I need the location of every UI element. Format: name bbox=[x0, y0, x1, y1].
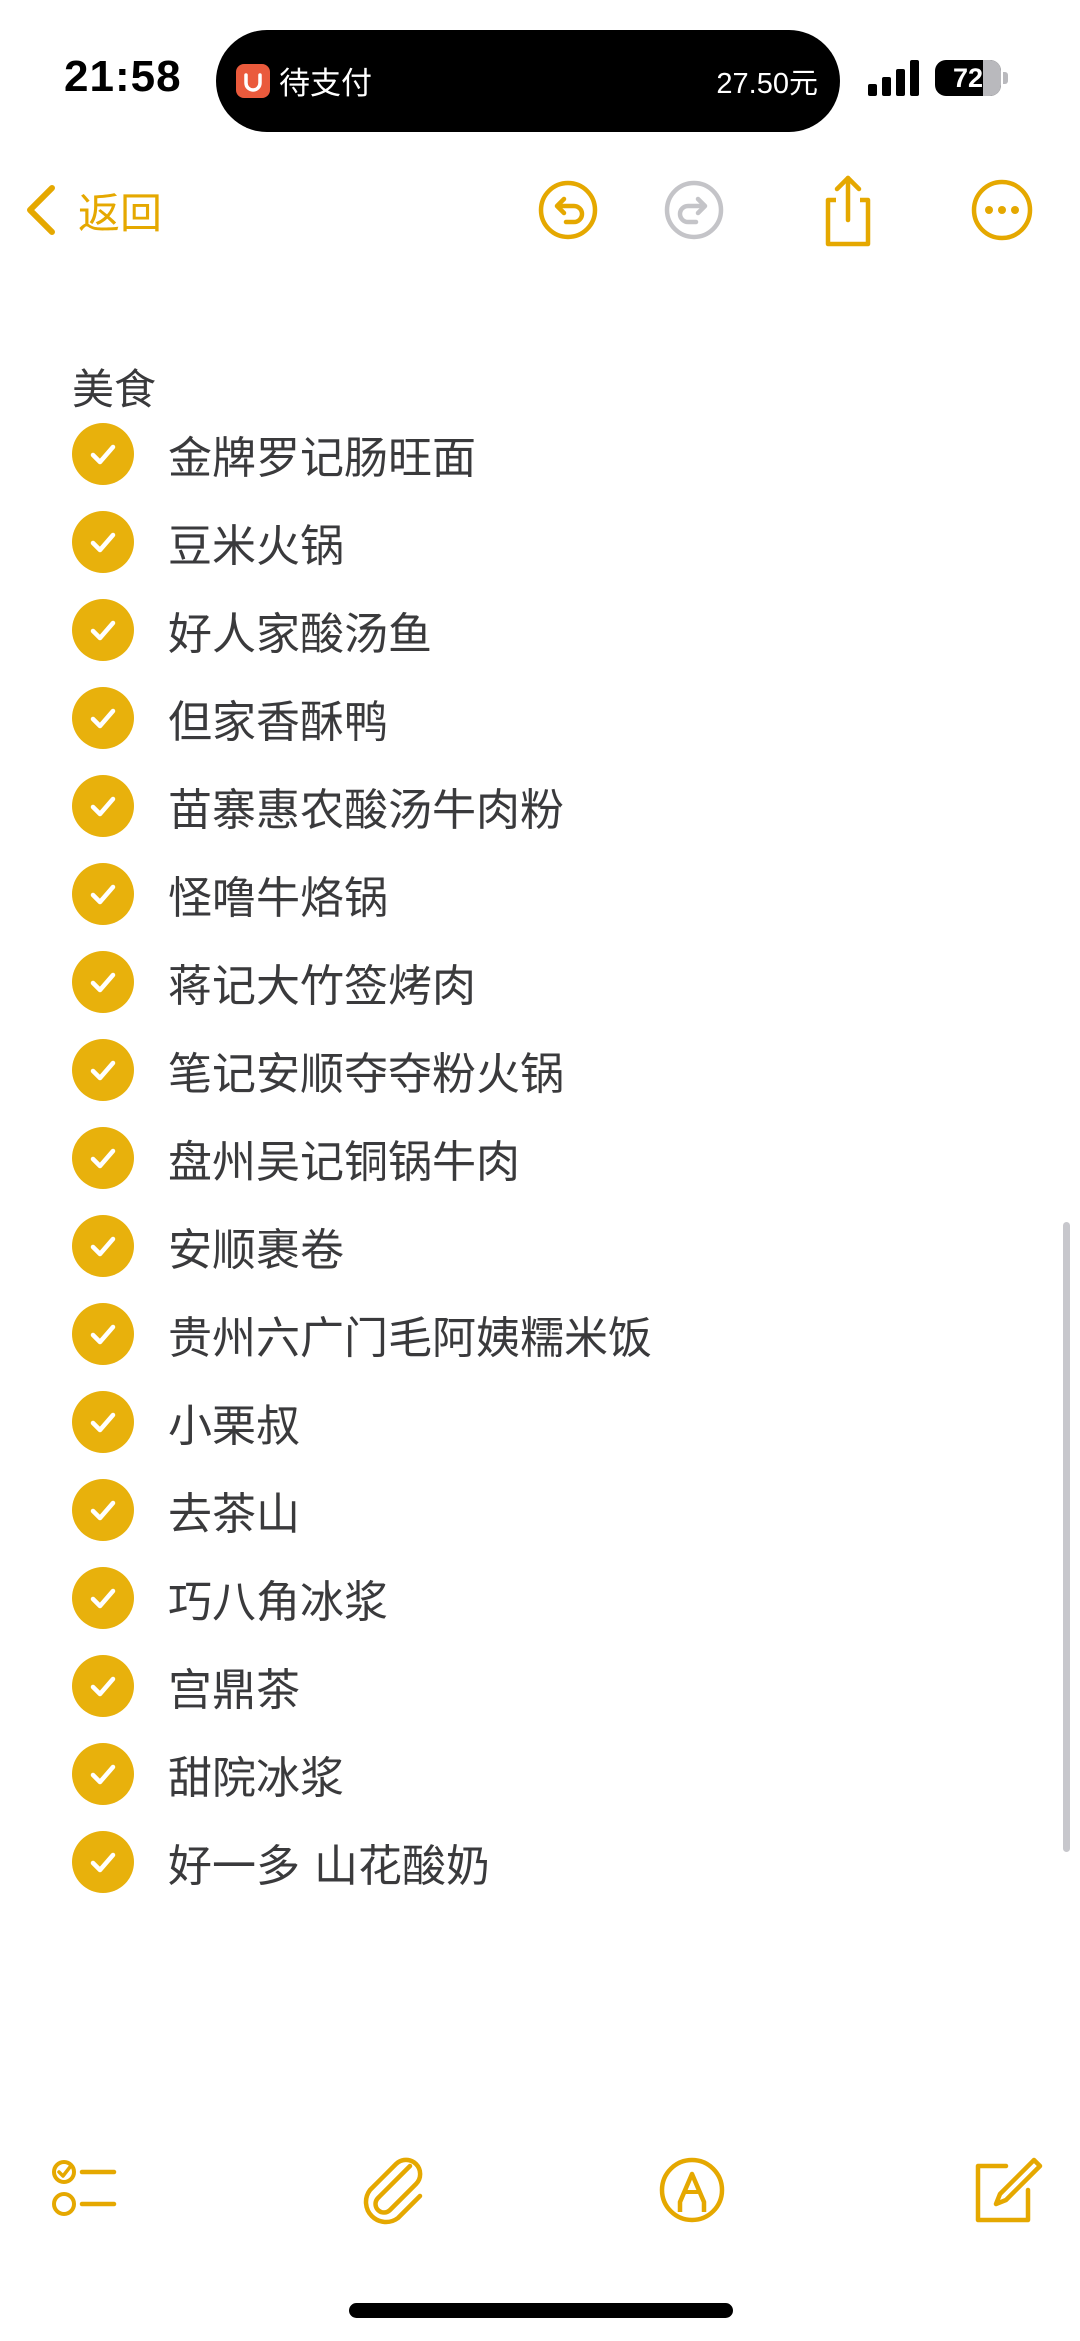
checklist-item-text[interactable]: 好人家酸汤鱼 bbox=[168, 598, 432, 662]
pending-payment-amount: 27.50元 bbox=[716, 68, 818, 100]
checklist-item: 好人家酸汤鱼 bbox=[72, 586, 1032, 674]
checklist-item: 宫鼎茶 bbox=[72, 1642, 1032, 1730]
checkmark-circle-icon[interactable] bbox=[72, 1391, 134, 1453]
checklist-item-text[interactable]: 小栗叔 bbox=[168, 1390, 300, 1454]
battery-body: 72 bbox=[935, 60, 1001, 96]
checklist-item: 豆米火锅 bbox=[72, 498, 1032, 586]
compose-icon[interactable] bbox=[962, 2148, 1046, 2232]
checkmark-circle-icon[interactable] bbox=[72, 1743, 134, 1805]
checklist-item-text[interactable]: 去茶山 bbox=[168, 1478, 300, 1542]
checklist: 金牌罗记肠旺面 豆米火锅好人家酸汤鱼 但家香酥鸭苗寨惠农酸汤牛肉粉 怪噜牛烙锅蒋记大竹… bbox=[72, 410, 1032, 1906]
checklist-item-text[interactable]: 豆米火锅 bbox=[168, 510, 344, 574]
payment-app-icon bbox=[236, 64, 270, 98]
checklist-item: 金牌罗记肠旺面 bbox=[72, 410, 1032, 498]
checkmark-circle-icon[interactable] bbox=[72, 775, 134, 837]
checklist-item-text[interactable]: 苗寨惠农酸汤牛肉粉 bbox=[168, 774, 564, 838]
scroll-indicator[interactable] bbox=[1063, 1222, 1070, 1852]
checklist-item: 小栗叔 bbox=[72, 1378, 1032, 1466]
back-button[interactable]: 返回 bbox=[22, 174, 162, 246]
checkmark-circle-icon[interactable] bbox=[72, 863, 134, 925]
checklist-item: 好一多 山花酸奶 bbox=[72, 1818, 1032, 1906]
checkmark-circle-icon[interactable] bbox=[72, 1831, 134, 1893]
checklist-item: 盘州吴记铜锅牛肉 bbox=[72, 1114, 1032, 1202]
checkmark-circle-icon[interactable] bbox=[72, 1039, 134, 1101]
dynamic-island[interactable]: 待支付 27.50元 bbox=[216, 30, 840, 132]
checkmark-circle-icon[interactable] bbox=[72, 1567, 134, 1629]
status-bar: 21:58 待支付 27.50元 72 bbox=[0, 0, 1080, 160]
back-label: 返回 bbox=[78, 188, 163, 238]
more-options-icon[interactable] bbox=[962, 170, 1042, 250]
pending-payment-label: 待支付 bbox=[279, 66, 372, 102]
battery-level: 72 bbox=[952, 63, 984, 93]
checkmark-circle-icon[interactable] bbox=[72, 511, 134, 573]
checklist-item-text[interactable]: 巧八角冰浆 bbox=[168, 1566, 388, 1630]
checklist-item-text[interactable]: 好一多 山花酸奶 bbox=[168, 1830, 490, 1894]
checklist-item-text[interactable]: 甜院冰浆 bbox=[168, 1742, 344, 1806]
markup-pen-icon[interactable] bbox=[650, 2148, 734, 2232]
checklist-item: 安顺裹卷 bbox=[72, 1202, 1032, 1290]
checklist-item-text[interactable]: 但家香酥鸭 bbox=[168, 686, 388, 750]
checklist-item-text[interactable]: 贵州六广门毛阿姨糯米饭 bbox=[168, 1302, 652, 1366]
checklist-item: 苗寨惠农酸汤牛肉粉 bbox=[72, 762, 1032, 850]
checklist-item-text[interactable]: 盘州吴记铜锅牛肉 bbox=[168, 1126, 520, 1190]
checkmark-circle-icon[interactable] bbox=[72, 423, 134, 485]
checklist-item-text[interactable]: 怪噜牛烙锅 bbox=[168, 862, 388, 926]
share-icon[interactable] bbox=[808, 170, 888, 250]
checkmark-circle-icon[interactable] bbox=[72, 1479, 134, 1541]
checkmark-circle-icon[interactable] bbox=[72, 1127, 134, 1189]
redo-icon[interactable] bbox=[654, 170, 734, 250]
checkmark-circle-icon[interactable] bbox=[72, 1655, 134, 1717]
checklist-item: 贵州六广门毛阿姨糯米饭 bbox=[72, 1290, 1032, 1378]
checklist-item-text[interactable]: 蒋记大竹签烤肉 bbox=[168, 950, 476, 1014]
checkmark-circle-icon[interactable] bbox=[72, 687, 134, 749]
checkmark-circle-icon[interactable] bbox=[72, 599, 134, 661]
checklist-icon[interactable] bbox=[42, 2148, 126, 2232]
checklist-item-text[interactable]: 宫鼎茶 bbox=[168, 1654, 300, 1718]
paperclip-icon[interactable] bbox=[350, 2148, 434, 2232]
cellular-signal-icon bbox=[868, 60, 919, 96]
checklist-item-text[interactable]: 安顺裹卷 bbox=[168, 1214, 344, 1278]
home-indicator[interactable] bbox=[349, 2303, 733, 2318]
checklist-item: 去茶山 bbox=[72, 1466, 1032, 1554]
checklist-item: 怪噜牛烙锅 bbox=[72, 850, 1032, 938]
checklist-item: 甜院冰浆 bbox=[72, 1730, 1032, 1818]
checklist-item: 巧八角冰浆 bbox=[72, 1554, 1032, 1642]
status-time: 21:58 bbox=[64, 52, 182, 101]
battery-cap bbox=[1003, 72, 1008, 84]
chevron-left-icon bbox=[27, 185, 55, 235]
battery-indicator: 72 bbox=[935, 60, 1009, 96]
note-title[interactable]: 美食 bbox=[72, 356, 156, 417]
nav-bar: 返回 bbox=[0, 160, 1080, 260]
checkmark-circle-icon[interactable] bbox=[72, 1303, 134, 1365]
undo-icon[interactable] bbox=[528, 170, 608, 250]
checklist-item: 蒋记大竹签烤肉 bbox=[72, 938, 1032, 1026]
bottom-toolbar bbox=[0, 2140, 1080, 2240]
checklist-item: 但家香酥鸭 bbox=[72, 674, 1032, 762]
checkmark-circle-icon[interactable] bbox=[72, 1215, 134, 1277]
checkmark-circle-icon[interactable] bbox=[72, 951, 134, 1013]
checklist-item: 笔记安顺夺夺粉火锅 bbox=[72, 1026, 1032, 1114]
checklist-item-text[interactable]: 金牌罗记肠旺面 bbox=[168, 422, 476, 486]
checklist-item-text[interactable]: 笔记安顺夺夺粉火锅 bbox=[168, 1038, 564, 1102]
